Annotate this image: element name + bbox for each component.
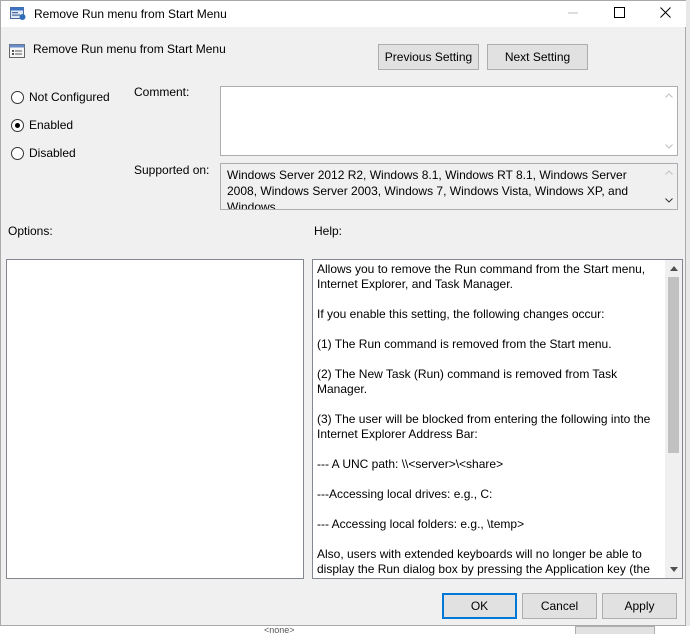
radio-disabled[interactable]: Disabled	[11, 146, 76, 160]
maximize-icon	[613, 7, 625, 21]
help-paragraph: Also, users with extended keyboards will…	[317, 547, 650, 576]
apply-button[interactable]: Apply	[602, 593, 677, 619]
options-panel	[6, 259, 304, 579]
help-paragraph: Allows you to remove the Run command fro…	[317, 262, 646, 291]
policy-window-icon	[10, 6, 26, 21]
radio-unchecked-icon	[11, 146, 24, 160]
radio-checked-icon	[11, 118, 24, 132]
previous-setting-button[interactable]: Previous Setting	[378, 44, 479, 70]
supported-scrollbar[interactable]	[660, 164, 677, 209]
minimize-button[interactable]	[550, 1, 596, 27]
title-bar[interactable]: Remove Run menu from Start Menu	[1, 1, 687, 27]
scroll-up-icon[interactable]	[665, 260, 682, 277]
comment-scrollbar[interactable]	[660, 87, 677, 155]
close-button[interactable]	[642, 1, 688, 27]
radio-label-enabled: Enabled	[29, 118, 74, 132]
minimize-icon	[568, 7, 578, 21]
help-paragraph: --- Accessing local folders: e.g., \temp…	[317, 517, 525, 531]
background-window-button	[575, 626, 655, 634]
background-window-edge	[686, 0, 690, 634]
help-paragraph: (3) The user will be blocked from enteri…	[317, 412, 651, 441]
radio-label-disabled: Disabled	[29, 146, 76, 160]
supported-on-value: Windows Server 2012 R2, Windows 8.1, Win…	[227, 168, 629, 210]
cancel-button[interactable]: Cancel	[522, 593, 597, 619]
supported-on-field: Windows Server 2012 R2, Windows 8.1, Win…	[220, 163, 678, 210]
help-paragraph: ---Accessing local drives: e.g., C:	[317, 487, 493, 501]
policy-setting-icon	[9, 43, 25, 59]
help-paragraph: (1) The Run command is removed from the …	[317, 337, 612, 351]
scroll-down-icon[interactable]	[665, 561, 682, 578]
help-text: Allows you to remove the Run command fro…	[317, 262, 663, 578]
radio-unchecked-icon	[11, 90, 24, 104]
help-paragraph: --- A UNC path: \\<server>\<share>	[317, 457, 504, 471]
help-panel[interactable]: Allows you to remove the Run command fro…	[312, 259, 683, 579]
supported-on-label: Supported on:	[134, 163, 210, 177]
scroll-down-icon[interactable]	[660, 138, 677, 155]
policy-dialog: Remove Run menu from Start Menu Remove R…	[0, 0, 687, 626]
help-scroll-thumb[interactable]	[668, 277, 679, 453]
close-icon	[659, 7, 671, 21]
help-paragraph: (2) The New Task (Run) command is remove…	[317, 367, 618, 396]
help-paragraph: If you enable this setting, the followin…	[317, 307, 605, 321]
comment-field[interactable]	[220, 86, 678, 156]
radio-label-not-configured: Not Configured	[29, 90, 110, 104]
maximize-button[interactable]	[596, 1, 642, 27]
help-label: Help:	[314, 224, 343, 238]
ok-button[interactable]: OK	[442, 593, 517, 619]
next-setting-button[interactable]: Next Setting	[487, 44, 588, 70]
setting-title: Remove Run menu from Start Menu	[33, 42, 226, 56]
options-label: Options:	[8, 224, 53, 238]
radio-not-configured[interactable]: Not Configured	[11, 90, 110, 104]
background-window-text: <none>	[264, 625, 295, 634]
scroll-up-icon[interactable]	[660, 87, 677, 104]
window-title: Remove Run menu from Start Menu	[34, 7, 227, 21]
scroll-up-icon[interactable]	[660, 164, 677, 181]
radio-enabled[interactable]: Enabled	[11, 118, 73, 132]
help-scrollbar[interactable]	[665, 260, 682, 578]
scroll-down-icon[interactable]	[660, 192, 677, 209]
comment-label: Comment:	[134, 85, 190, 99]
